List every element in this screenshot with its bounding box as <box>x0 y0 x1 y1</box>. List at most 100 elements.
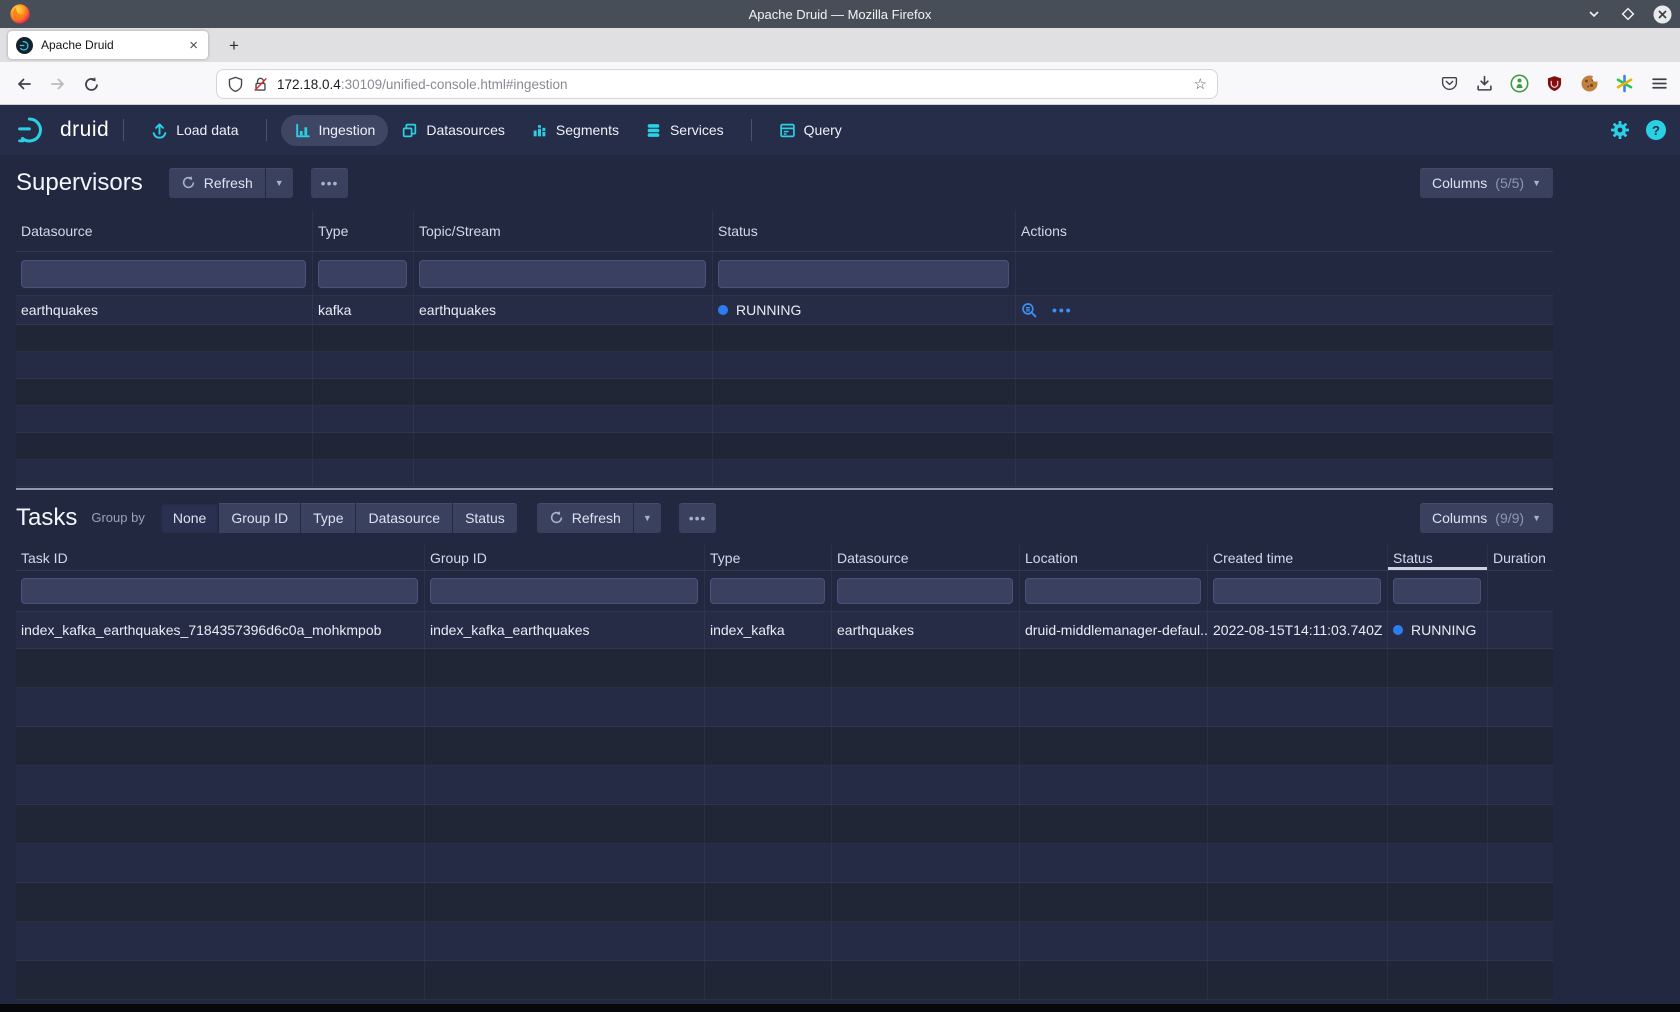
tasks-more-button[interactable]: ••• <box>679 503 717 533</box>
new-tab-button[interactable]: + <box>222 34 246 58</box>
maximize-icon[interactable] <box>1618 4 1638 24</box>
refresh-icon <box>181 175 196 190</box>
filter-datasource-input[interactable] <box>21 260 306 288</box>
nav-item-ingestion[interactable]: Ingestion <box>281 115 389 146</box>
task-duration[interactable] <box>1488 612 1553 648</box>
cookie-extension-icon[interactable] <box>1578 72 1600 94</box>
col-header-type[interactable]: Type <box>313 210 414 251</box>
nav-item-label: Datasources <box>426 122 505 138</box>
task-location[interactable]: druid-middlemanager-defaul... <box>1020 612 1208 648</box>
col-header-location[interactable]: Location <box>1020 545 1208 570</box>
supervisor-topic[interactable]: earthquakes <box>414 296 713 324</box>
datasources-icon <box>401 122 418 139</box>
task-group-id[interactable]: index_kafka_earthquakes <box>425 612 705 648</box>
supervisor-row[interactable]: earthquakes kafka earthquakes RUNNING ••… <box>16 296 1553 325</box>
view-details-icon[interactable] <box>1021 302 1038 319</box>
nav-item-datasources[interactable]: Datasources <box>388 115 518 146</box>
filter-topic-input[interactable] <box>419 260 706 288</box>
col-header-topic-stream[interactable]: Topic/Stream <box>414 210 713 251</box>
pocket-icon[interactable] <box>1438 72 1460 94</box>
task-type[interactable]: index_kafka <box>705 612 832 648</box>
nav-item-query[interactable]: Query <box>766 115 855 146</box>
col-header-created-time[interactable]: Created time <box>1208 545 1388 570</box>
filter-task-id-input[interactable] <box>21 578 418 604</box>
shield-icon[interactable] <box>227 76 244 93</box>
privacy-extension-icon[interactable] <box>1508 72 1530 94</box>
refresh-label: Refresh <box>572 510 621 526</box>
filter-group-id-input[interactable] <box>430 578 698 604</box>
supervisor-status[interactable]: RUNNING <box>713 296 1016 324</box>
supervisors-columns-button[interactable]: Columns (5/5) ▼ <box>1420 168 1553 198</box>
filter-created-time-input[interactable] <box>1213 578 1381 604</box>
tasks-columns-button[interactable]: Columns (9/9) ▼ <box>1420 503 1553 533</box>
filter-datasource-input[interactable] <box>837 578 1013 604</box>
columns-count: (9/9) <box>1495 510 1524 526</box>
nav-item-load-data[interactable]: Load data <box>138 115 251 146</box>
insecure-lock-icon[interactable] <box>252 76 269 93</box>
col-header-datasource[interactable]: Datasource <box>832 545 1020 570</box>
filter-status-input[interactable] <box>718 260 1009 288</box>
url-bar[interactable]: 172.18.0.4:30109/unified-console.html#in… <box>216 69 1218 99</box>
supervisor-type[interactable]: kafka <box>313 296 414 324</box>
row-more-icon[interactable]: ••• <box>1052 302 1073 318</box>
downloads-icon[interactable] <box>1473 72 1495 94</box>
segments-icon <box>531 122 548 139</box>
status-dot <box>718 305 728 315</box>
url-path: :30109/unified-console.html#ingestion <box>341 77 568 92</box>
col-header-task-id[interactable]: Task ID <box>16 545 425 570</box>
supervisors-refresh-button[interactable]: Refresh <box>169 168 265 198</box>
browser-tab[interactable]: Apache Druid × <box>8 31 208 59</box>
task-datasource[interactable]: earthquakes <box>832 612 1020 648</box>
empty-row <box>16 406 1553 433</box>
col-header-duration[interactable]: Duration <box>1488 545 1553 570</box>
reload-icon[interactable] <box>80 73 102 95</box>
group-by-status-button[interactable]: Status <box>453 503 517 533</box>
druid-navbar: druid Load data Ingestion Datasources <box>0 105 1680 155</box>
tab-bar: Apache Druid × + <box>0 28 1680 62</box>
spark-extension-icon[interactable] <box>1613 72 1635 94</box>
empty-row <box>16 766 1553 805</box>
col-header-group-id[interactable]: Group ID <box>425 545 705 570</box>
tasks-table: Task ID Group ID Type Datasource Locatio… <box>16 545 1553 1000</box>
tab-close-icon[interactable]: × <box>187 37 200 54</box>
filter-location-input[interactable] <box>1025 578 1201 604</box>
nav-item-label: Load data <box>176 122 238 138</box>
druid-logo-icon <box>16 115 52 145</box>
forward-icon[interactable] <box>47 73 69 95</box>
task-id[interactable]: index_kafka_earthquakes_7184357396d6c0a_… <box>16 612 425 648</box>
col-header-type[interactable]: Type <box>705 545 832 570</box>
close-window-icon[interactable] <box>1652 4 1672 24</box>
group-by-none-button[interactable]: None <box>161 503 218 533</box>
col-header-datasource[interactable]: Datasource <box>16 210 313 251</box>
nav-item-segments[interactable]: Segments <box>518 115 632 146</box>
col-header-status[interactable]: Status <box>713 210 1016 251</box>
group-by-type-button[interactable]: Type <box>301 503 355 533</box>
group-by-datasource-button[interactable]: Datasource <box>356 503 452 533</box>
filter-status-input[interactable] <box>1393 578 1481 604</box>
task-status[interactable]: RUNNING <box>1388 612 1488 648</box>
empty-row <box>16 379 1553 406</box>
tasks-refresh-button[interactable]: Refresh <box>537 503 633 533</box>
menu-hamburger-icon[interactable] <box>1648 72 1670 94</box>
minimize-icon[interactable] <box>1584 4 1604 24</box>
empty-row <box>16 325 1553 352</box>
tasks-refresh-caret-button[interactable]: ▼ <box>634 503 661 533</box>
tasks-filter-row <box>16 571 1553 612</box>
druid-logo[interactable]: druid <box>16 115 109 145</box>
supervisors-more-button[interactable]: ••• <box>311 168 349 198</box>
task-created-time[interactable]: 2022-08-15T14:11:03.740Z <box>1208 612 1388 648</box>
back-icon[interactable] <box>13 73 35 95</box>
ublock-icon[interactable] <box>1543 72 1565 94</box>
gear-icon[interactable] <box>1610 120 1630 140</box>
filter-type-input[interactable] <box>318 260 407 288</box>
nav-divider <box>751 119 752 141</box>
filter-type-input[interactable] <box>710 578 825 604</box>
help-icon[interactable]: ? <box>1646 120 1666 140</box>
supervisor-datasource[interactable]: earthquakes <box>16 296 313 324</box>
nav-item-services[interactable]: Services <box>632 115 737 146</box>
col-header-status-sorted[interactable]: Status <box>1388 545 1488 570</box>
group-by-group-id-button[interactable]: Group ID <box>219 503 300 533</box>
supervisors-refresh-caret-button[interactable]: ▼ <box>266 168 293 198</box>
bookmark-star-icon[interactable]: ☆ <box>1194 75 1207 93</box>
task-row[interactable]: index_kafka_earthquakes_7184357396d6c0a_… <box>16 612 1553 649</box>
